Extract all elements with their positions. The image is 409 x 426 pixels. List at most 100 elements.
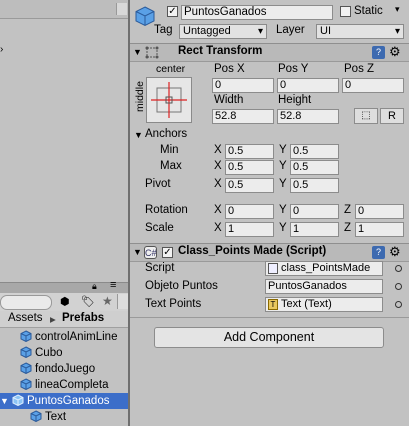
scale-label: Scale: [145, 222, 174, 234]
expand-arrow-icon[interactable]: ▼: [0, 393, 9, 409]
max-x-axis: X: [214, 160, 222, 172]
favorite-star-icon[interactable]: ★: [102, 294, 113, 308]
list-item[interactable]: Cubo: [0, 345, 128, 361]
script-field[interactable]: class_PointsMade: [265, 261, 383, 276]
script-component-title: Class_Points Made (Script): [178, 245, 327, 257]
settings-gear-icon[interactable]: ⚙: [389, 244, 401, 260]
anchor-min-y-input[interactable]: 0.5: [290, 144, 339, 159]
script-asset-icon: [268, 263, 278, 274]
min-x-axis: X: [214, 144, 222, 156]
height-input[interactable]: 52.8: [277, 109, 339, 124]
help-book-icon[interactable]: ?: [372, 246, 385, 259]
script-value: class_PointsMade: [281, 262, 371, 274]
anchor-preset-side-label: middle: [134, 81, 146, 112]
scale-z-axis: Z: [344, 222, 352, 234]
blueprint-mode-button[interactable]: ⬚: [354, 108, 378, 124]
collapse-arrow-icon[interactable]: ▼: [133, 247, 142, 257]
project-toolbar: ⬢ 🏷︎ ★: [0, 293, 128, 312]
add-component-button[interactable]: Add Component: [154, 327, 384, 348]
object-picker-icon[interactable]: [395, 301, 402, 308]
objeto-puntos-field[interactable]: PuntosGanados: [265, 279, 383, 294]
list-item-label: fondoJuego: [35, 363, 96, 375]
rotation-label: Rotation: [145, 204, 188, 216]
static-checkbox[interactable]: [340, 6, 351, 17]
scrollbar-top[interactable]: [116, 3, 127, 15]
inspector-panel: ✓ PuntosGanados Static ▾ Tag Untagged La…: [130, 0, 409, 426]
object-picker-icon[interactable]: [395, 265, 402, 272]
hierarchy-toolbar: [0, 0, 128, 19]
pivot-y-axis: Y: [279, 178, 287, 190]
layer-label: Layer: [276, 24, 305, 36]
rotation-z-input[interactable]: 0: [355, 204, 404, 219]
menu-icon[interactable]: ≡: [110, 279, 116, 291]
rotation-x-input[interactable]: 0: [225, 204, 274, 219]
object-name-input[interactable]: PuntosGanados: [181, 5, 333, 20]
scale-x-axis: X: [214, 222, 222, 234]
gameobject-cube-icon: [135, 6, 155, 27]
min-y-axis: Y: [279, 144, 287, 156]
scale-y-input[interactable]: 1: [290, 222, 339, 237]
blueprint-dotted-rect-icon: ⬚: [361, 110, 371, 121]
height-label: Height: [278, 94, 312, 106]
list-item[interactable]: Text: [0, 409, 128, 425]
list-item-label: controlAnimLine: [35, 331, 118, 343]
settings-gear-icon[interactable]: ⚙: [389, 44, 401, 60]
list-item[interactable]: lineaCompleta: [0, 377, 128, 393]
breadcrumb-assets[interactable]: Assets: [8, 312, 43, 324]
tag-dropdown[interactable]: Untagged: [179, 24, 267, 39]
rect-transform-title: Rect Transform: [178, 45, 263, 57]
script-component-header[interactable]: ▼ C# ✓ Class_Points Made (Script) ? ⚙: [130, 243, 409, 262]
label-icon[interactable]: 🏷︎: [81, 295, 95, 308]
component-enabled-checkbox[interactable]: ✓: [162, 247, 173, 258]
prefab-cube-icon: [12, 394, 24, 406]
scale-x-input[interactable]: 1: [225, 222, 274, 237]
width-input[interactable]: 52.8: [212, 109, 274, 124]
min-label: Min: [160, 144, 179, 156]
pivot-x-input[interactable]: 0.5: [225, 178, 274, 193]
anchor-max-x-input[interactable]: 0.5: [225, 160, 274, 175]
pos-x-input[interactable]: 0: [212, 78, 274, 93]
anchor-preset-icon: [151, 82, 187, 118]
list-item-selected[interactable]: ▼ PuntosGanados: [0, 393, 128, 409]
pos-z-input[interactable]: 0: [342, 78, 404, 93]
lock-icon[interactable]: 🔒︎: [92, 281, 97, 292]
breadcrumb-prefabs[interactable]: Prefabs: [62, 312, 104, 324]
help-book-icon[interactable]: ?: [372, 46, 385, 59]
scale-z-input[interactable]: 1: [355, 222, 404, 237]
rotation-x-axis: X: [214, 204, 222, 216]
list-item[interactable]: controlAnimLine: [0, 329, 128, 345]
list-item[interactable]: fondoJuego: [0, 361, 128, 377]
list-item-label: Text: [45, 411, 67, 423]
prefab-cube-icon: [20, 346, 32, 358]
rotation-y-input[interactable]: 0: [290, 204, 339, 219]
anchor-preset-button[interactable]: [146, 77, 192, 123]
rect-transform-icon: [145, 46, 159, 59]
rotation-z-axis: Z: [344, 204, 352, 216]
project-panel: ⬢ 🏷︎ ★ Assets ▸ Prefabs controlAnimLine …: [0, 293, 128, 426]
collapse-arrow-icon[interactable]: ▼: [133, 47, 142, 57]
tag-label: Tag: [154, 24, 173, 36]
list-item-label: PuntosGanados: [27, 395, 110, 407]
csharp-script-icon: C#: [144, 246, 157, 259]
layer-dropdown[interactable]: UI: [316, 24, 404, 39]
pos-y-label: Pos Y: [278, 63, 309, 75]
anchor-max-y-input[interactable]: 0.5: [290, 160, 339, 175]
search-input[interactable]: [0, 295, 52, 310]
raw-edit-button[interactable]: R: [380, 108, 404, 124]
anchor-min-x-input[interactable]: 0.5: [225, 144, 274, 159]
prefab-cube-icon: [30, 410, 42, 422]
pos-y-input[interactable]: 0: [277, 78, 339, 93]
static-dropdown-icon[interactable]: ▾: [395, 4, 400, 15]
anchors-collapse-arrow-icon[interactable]: ▼: [134, 130, 143, 140]
active-checkbox[interactable]: ✓: [167, 6, 178, 17]
anchors-label: Anchors: [145, 128, 188, 140]
pivot-y-input[interactable]: 0.5: [290, 178, 339, 193]
scrollbar[interactable]: [117, 294, 128, 309]
filter-type-icon[interactable]: ⬢: [60, 295, 70, 308]
max-y-axis: Y: [279, 160, 287, 172]
width-label: Width: [214, 94, 244, 106]
object-picker-icon[interactable]: [395, 283, 402, 290]
text-points-field[interactable]: T Text (Text): [265, 297, 383, 312]
rect-transform-header[interactable]: ▼ Rect Transform ? ⚙: [130, 43, 409, 62]
text-points-value: Text (Text): [281, 298, 332, 310]
